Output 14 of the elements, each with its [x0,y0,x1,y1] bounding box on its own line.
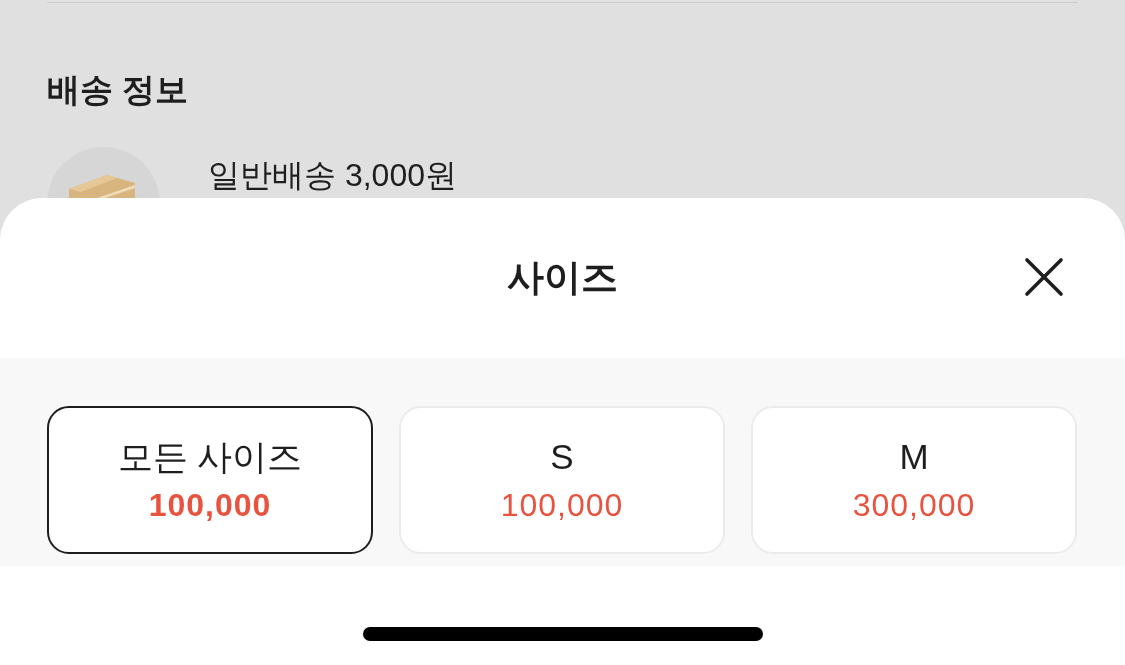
close-button[interactable] [1023,256,1065,298]
size-option[interactable]: M 300,000 [751,406,1077,554]
size-option[interactable]: 모든 사이즈 100,000 [47,406,373,554]
section-title: 배송 정보 [47,70,190,110]
size-option[interactable]: S 100,000 [399,406,725,554]
sheet-title: 사이즈 [507,256,618,300]
close-icon [1024,257,1064,297]
size-price: 100,000 [148,486,272,525]
size-label: M [899,436,929,478]
size-label: 모든 사이즈 [117,436,303,478]
size-price: 100,000 [500,486,624,525]
size-label: S [550,436,574,478]
size-price: 300,000 [852,486,976,525]
shipping-fee: 일반배송 3,000원 [208,156,457,194]
